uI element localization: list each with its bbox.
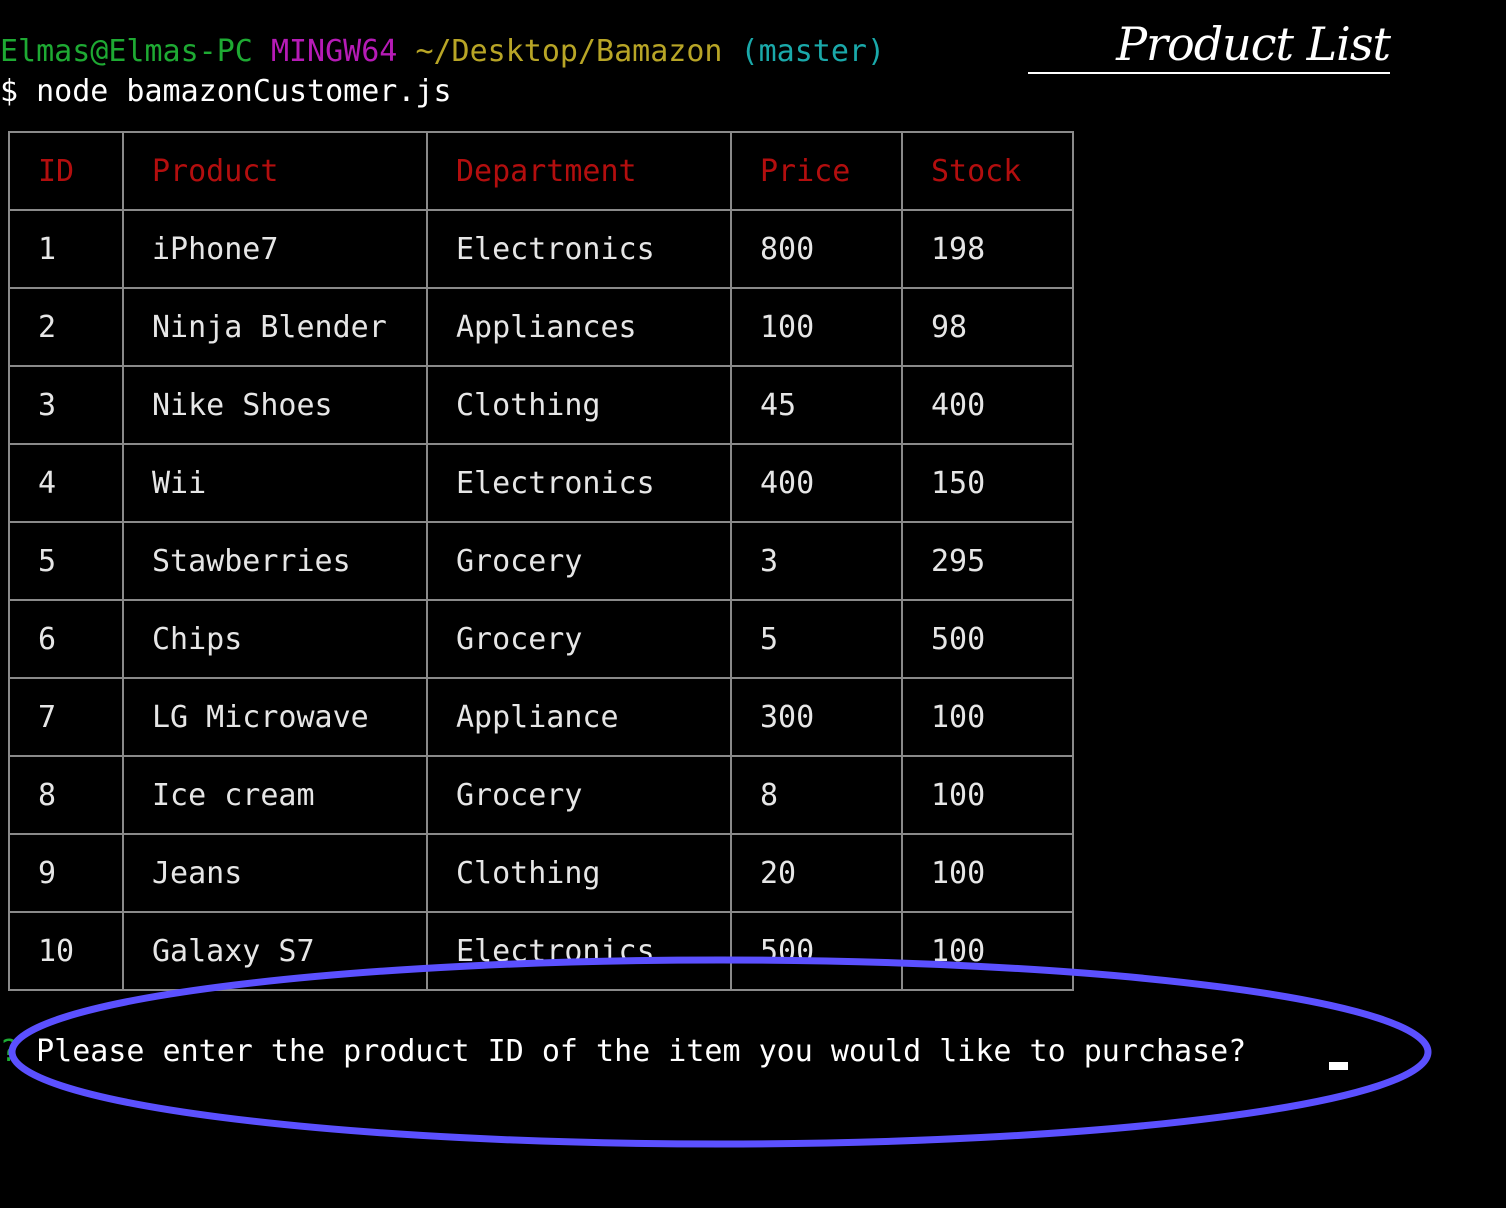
column-header-department: Department <box>426 131 732 211</box>
cell-department: Grocery <box>426 599 732 679</box>
question-text: Please enter the product ID of the item … <box>36 1034 1247 1069</box>
cell-id: 7 <box>8 677 124 757</box>
cell-price: 3 <box>730 521 903 601</box>
cell-department: Appliance <box>426 677 732 757</box>
column-header-price: Price <box>730 131 903 211</box>
cell-price: 5 <box>730 599 903 679</box>
cell-id: 1 <box>8 209 124 289</box>
cell-stock: 100 <box>901 755 1074 835</box>
cell-department: Electronics <box>426 443 732 523</box>
cell-product: iPhone7 <box>122 209 428 289</box>
cell-price: 400 <box>730 443 903 523</box>
cell-department: Clothing <box>426 833 732 913</box>
cell-product: Wii <box>122 443 428 523</box>
cell-department: Grocery <box>426 755 732 835</box>
table-row: 7 LG Microwave Appliance 300 100 <box>8 677 1074 757</box>
cell-stock: 400 <box>901 365 1074 445</box>
column-header-product: Product <box>122 131 428 211</box>
table-row: 3 Nike Shoes Clothing 45 400 <box>8 365 1074 445</box>
cell-product: Galaxy S7 <box>122 911 428 991</box>
table-row: 4 Wii Electronics 400 150 <box>8 443 1074 523</box>
cell-id: 8 <box>8 755 124 835</box>
column-header-stock: Stock <box>901 131 1074 211</box>
table-row: 8 Ice cream Grocery 8 100 <box>8 755 1074 835</box>
user-host: Elmas@Elmas-PC <box>0 34 253 69</box>
cell-stock: 198 <box>901 209 1074 289</box>
cell-id: 6 <box>8 599 124 679</box>
cell-price: 8 <box>730 755 903 835</box>
working-directory: ~/Desktop/Bamazon <box>415 34 723 69</box>
product-table: ID Product Department Price Stock 1 iPho… <box>8 131 1074 991</box>
cell-product: Nike Shoes <box>122 365 428 445</box>
cell-stock: 100 <box>901 911 1074 991</box>
cell-product: Jeans <box>122 833 428 913</box>
command-text: node bamazonCustomer.js <box>36 74 452 109</box>
table-row: 10 Galaxy S7 Electronics 500 100 <box>8 911 1074 991</box>
cell-id: 4 <box>8 443 124 523</box>
column-header-id: ID <box>8 131 124 211</box>
system-name: MINGW64 <box>270 34 398 69</box>
cell-product: Ninja Blender <box>122 287 428 367</box>
git-branch: (master) <box>740 34 886 69</box>
table-row: 1 iPhone7 Electronics 800 198 <box>8 209 1074 289</box>
cell-product: Ice cream <box>122 755 428 835</box>
cell-id: 9 <box>8 833 124 913</box>
cell-department: Electronics <box>426 911 732 991</box>
cell-price: 100 <box>730 287 903 367</box>
question-marker: ? <box>0 1034 19 1069</box>
table-row: 2 Ninja Blender Appliances 100 98 <box>8 287 1074 367</box>
command-line: $ node bamazonCustomer.js <box>0 72 452 112</box>
cell-product: Stawberries <box>122 521 428 601</box>
cell-id: 5 <box>8 521 124 601</box>
table-row: 6 Chips Grocery 5 500 <box>8 599 1074 679</box>
table-header-row: ID Product Department Price Stock <box>8 131 1074 211</box>
cell-id: 2 <box>8 287 124 367</box>
cell-product: LG Microwave <box>122 677 428 757</box>
cell-id: 10 <box>8 911 124 991</box>
prompt-symbol: $ <box>0 74 19 109</box>
product-list-annotation: Product List <box>1028 16 1391 74</box>
cell-stock: 98 <box>901 287 1074 367</box>
cell-department: Grocery <box>426 521 732 601</box>
shell-prompt: Elmas@Elmas-PC MINGW64 ~/Desktop/Bamazon… <box>0 32 885 72</box>
table-row: 9 Jeans Clothing 20 100 <box>8 833 1074 913</box>
cell-price: 20 <box>730 833 903 913</box>
cell-stock: 150 <box>901 443 1074 523</box>
cell-product: Chips <box>122 599 428 679</box>
cell-price: 300 <box>730 677 903 757</box>
cell-price: 45 <box>730 365 903 445</box>
cell-department: Clothing <box>426 365 732 445</box>
cell-stock: 100 <box>901 833 1074 913</box>
table-row: 5 Stawberries Grocery 3 295 <box>8 521 1074 601</box>
cell-department: Electronics <box>426 209 732 289</box>
cell-id: 3 <box>8 365 124 445</box>
cell-stock: 295 <box>901 521 1074 601</box>
cell-price: 800 <box>730 209 903 289</box>
purchase-question: ? Please enter the product ID of the ite… <box>0 1032 1246 1072</box>
terminal-input-cursor[interactable] <box>1329 1062 1348 1070</box>
cell-stock: 500 <box>901 599 1074 679</box>
cell-stock: 100 <box>901 677 1074 757</box>
cell-price: 500 <box>730 911 903 991</box>
cell-department: Appliances <box>426 287 732 367</box>
